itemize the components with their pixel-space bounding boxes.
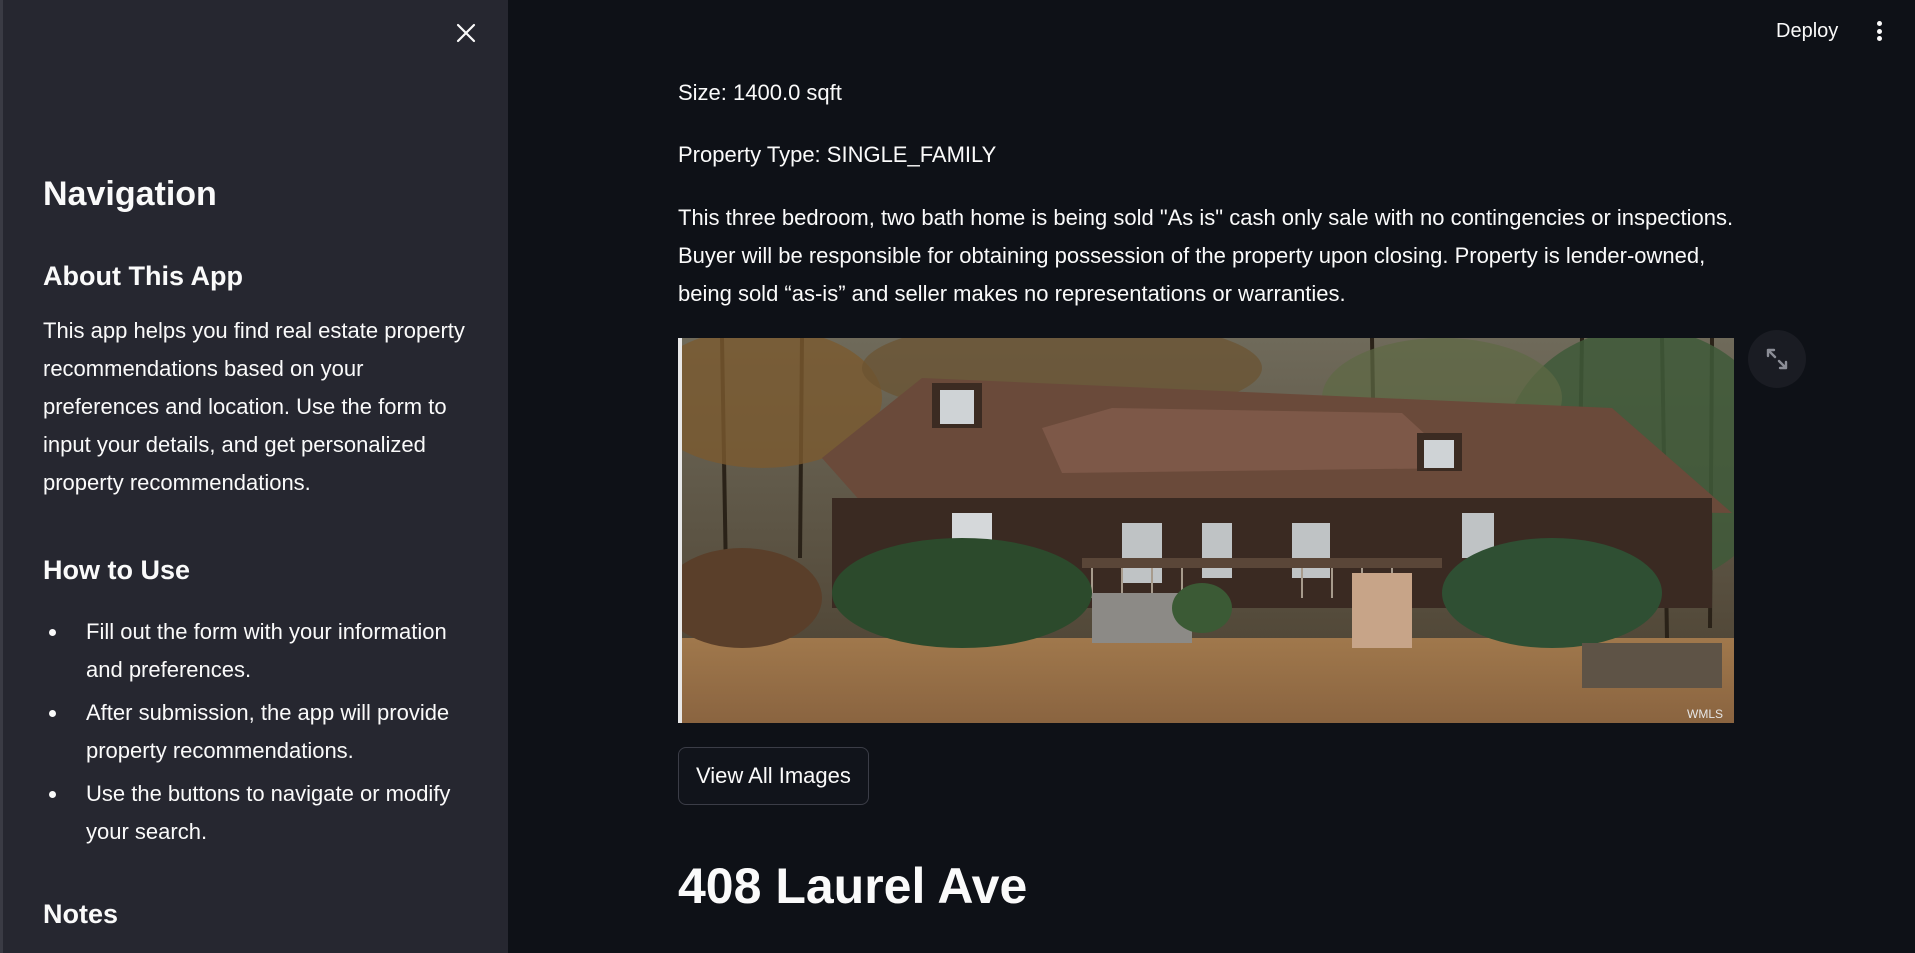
- list-item: Fill out the form with your information …: [43, 613, 473, 689]
- more-vertical-icon: [1876, 21, 1882, 26]
- bullet-icon: [49, 629, 56, 636]
- sidebar: Navigation About This App This app helps…: [0, 0, 508, 953]
- property-description: This three bedroom, two bath home is bei…: [678, 205, 1734, 306]
- close-icon: [456, 23, 476, 43]
- sidebar-title: Navigation: [43, 175, 217, 213]
- expand-icon: [1766, 348, 1788, 370]
- close-sidebar-button[interactable]: [451, 18, 481, 48]
- view-all-images-button[interactable]: View All Images: [678, 747, 869, 805]
- list-item: Use the buttons to navigate or modify yo…: [43, 775, 473, 851]
- house-image: WMLS: [682, 338, 1734, 723]
- notes-heading: Notes: [43, 899, 119, 929]
- listing-address: 408 Laurel Ave: [678, 858, 1028, 914]
- photo-watermark: WMLS: [1687, 707, 1723, 721]
- main-menu-button[interactable]: [1868, 18, 1890, 44]
- list-item: After submission, the app will provide p…: [43, 694, 473, 770]
- bullet-icon: [49, 710, 56, 717]
- about-heading: About This App: [43, 261, 243, 291]
- bullet-icon: [49, 791, 56, 798]
- fullscreen-button[interactable]: [1748, 330, 1806, 388]
- property-type-text: Property Type: SINGLE_FAMILY: [678, 142, 997, 167]
- property-photo: WMLS: [678, 338, 1734, 723]
- deploy-button[interactable]: Deploy: [1768, 16, 1846, 47]
- howto-list: Fill out the form with your information …: [43, 613, 473, 851]
- size-text: Size: 1400.0 sqft: [678, 80, 842, 105]
- sidebar-content: Navigation About This App This app helps…: [43, 172, 473, 932]
- howto-heading: How to Use: [43, 555, 191, 585]
- about-text: This app helps you find real estate prop…: [43, 318, 465, 495]
